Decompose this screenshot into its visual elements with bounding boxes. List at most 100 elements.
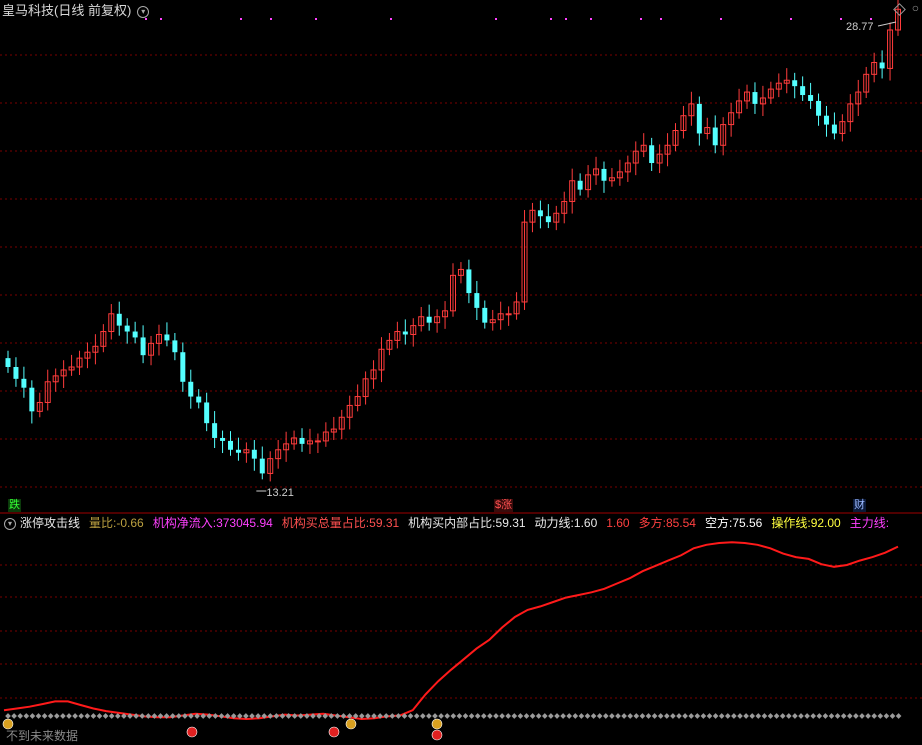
sell-ball-icon — [186, 726, 198, 738]
signal-marker — [23, 713, 30, 719]
signal-marker — [883, 713, 890, 719]
signal-marker — [584, 713, 591, 719]
signal-marker — [175, 713, 182, 719]
signal-marker — [590, 713, 597, 719]
candle-body — [402, 331, 408, 335]
candle-body — [13, 367, 19, 379]
signal-marker — [535, 713, 542, 719]
signal-marker — [560, 713, 566, 719]
signal-dot — [590, 18, 592, 20]
signal-marker — [444, 713, 451, 719]
signal-marker — [676, 713, 682, 719]
chevron-down-circle-icon[interactable]: ▾ — [4, 517, 16, 530]
indicator-item: 多方:85.54 — [638, 516, 696, 530]
indicator-item: 机构净流入:373045.94 — [152, 516, 273, 530]
signal-marker — [609, 713, 615, 719]
signal-marker — [108, 713, 115, 719]
candle-body — [172, 340, 178, 353]
candle-body — [808, 95, 814, 101]
signal-marker — [395, 713, 402, 719]
signal-marker — [529, 713, 536, 719]
stock-name[interactable]: 皇马科技 — [2, 3, 54, 18]
candle-body — [180, 352, 186, 382]
signal-marker — [615, 713, 621, 719]
indicator-header: ▾ 涨停攻击线 量比:-0.66 机构净流入:373045.94 机构买总量占比:59.… — [2, 514, 899, 532]
candle-body — [545, 216, 551, 223]
signal-marker — [102, 713, 109, 719]
signal-dot — [315, 18, 317, 20]
candle-body — [5, 358, 11, 367]
sell-ball-icon — [431, 729, 443, 741]
candle-body — [314, 440, 321, 443]
signal-marker — [523, 713, 530, 719]
period-label: (日线 前复权) — [54, 3, 132, 18]
signal-dot — [870, 18, 872, 20]
candle-body — [140, 337, 146, 356]
signal-dot — [720, 18, 722, 20]
signal-marker — [834, 713, 841, 719]
stock-chart-canvas: 28.77 13.21 — [0, 0, 922, 741]
signal-marker — [749, 713, 756, 719]
candle-body — [228, 440, 233, 450]
signal-marker — [334, 713, 341, 719]
indicator-name[interactable]: 涨停攻击线 — [20, 516, 80, 530]
signal-marker — [29, 713, 36, 719]
money-bag-icon — [431, 718, 443, 730]
signal-marker — [651, 713, 658, 719]
no-future-data-label: 不到未来数据 — [6, 729, 79, 743]
chevron-down-circle-icon[interactable]: ▾ — [137, 5, 150, 18]
signal-dot — [390, 18, 392, 20]
signal-marker — [419, 713, 426, 719]
signal-marker — [853, 713, 859, 719]
signal-marker — [511, 713, 518, 719]
candle-body — [196, 396, 202, 403]
candle-body — [212, 423, 218, 438]
high-price-label: 28.77 — [846, 21, 874, 33]
signal-marker — [474, 713, 481, 719]
candle-body — [299, 437, 305, 444]
candle-body — [537, 210, 543, 217]
indicator-item: 主力线: — [849, 516, 890, 530]
signal-marker — [755, 713, 762, 719]
signal-marker — [432, 713, 438, 719]
signal-marker — [578, 713, 585, 719]
signal-marker — [840, 713, 847, 719]
signal-marker — [731, 713, 737, 719]
signal-marker — [5, 713, 11, 719]
close-icon[interactable]: ○ — [912, 1, 919, 15]
signal-dot — [550, 18, 552, 20]
signal-marker — [96, 713, 103, 719]
signal-dot — [240, 18, 242, 20]
signal-marker — [212, 713, 219, 719]
signal-marker — [645, 713, 652, 719]
chart-header: 皇马科技(日线 前复权) ▾ — [2, 2, 150, 20]
signal-marker — [663, 713, 670, 719]
signal-marker — [505, 713, 512, 719]
signal-marker — [688, 713, 695, 719]
signal-marker — [407, 713, 414, 719]
candle-body — [204, 402, 210, 424]
low-price-label: 13.21 — [266, 487, 294, 499]
candle-body — [816, 100, 822, 116]
signal-marker — [297, 713, 304, 719]
signal-marker — [700, 713, 707, 719]
signal-marker — [779, 713, 786, 719]
signal-marker — [517, 713, 524, 719]
signal-marker — [389, 713, 396, 719]
candle-body — [259, 458, 265, 474]
signal-marker — [84, 713, 91, 719]
event-marker-up[interactable]: $涨 — [494, 499, 514, 512]
indicator-item: 机构买总量占比:59.31 — [281, 516, 400, 530]
candle-body — [426, 316, 432, 323]
signal-marker — [877, 713, 884, 719]
signal-marker — [694, 713, 701, 719]
signal-marker — [17, 713, 24, 719]
signal-marker — [682, 713, 688, 719]
signal-marker — [743, 713, 749, 719]
event-marker-down[interactable]: 跌 — [8, 499, 21, 512]
signal-dot — [565, 18, 567, 20]
money-bag-icon — [345, 718, 357, 730]
signal-marker — [724, 713, 731, 719]
signal-marker — [804, 713, 810, 719]
event-marker-finance[interactable]: 财 — [853, 499, 866, 512]
